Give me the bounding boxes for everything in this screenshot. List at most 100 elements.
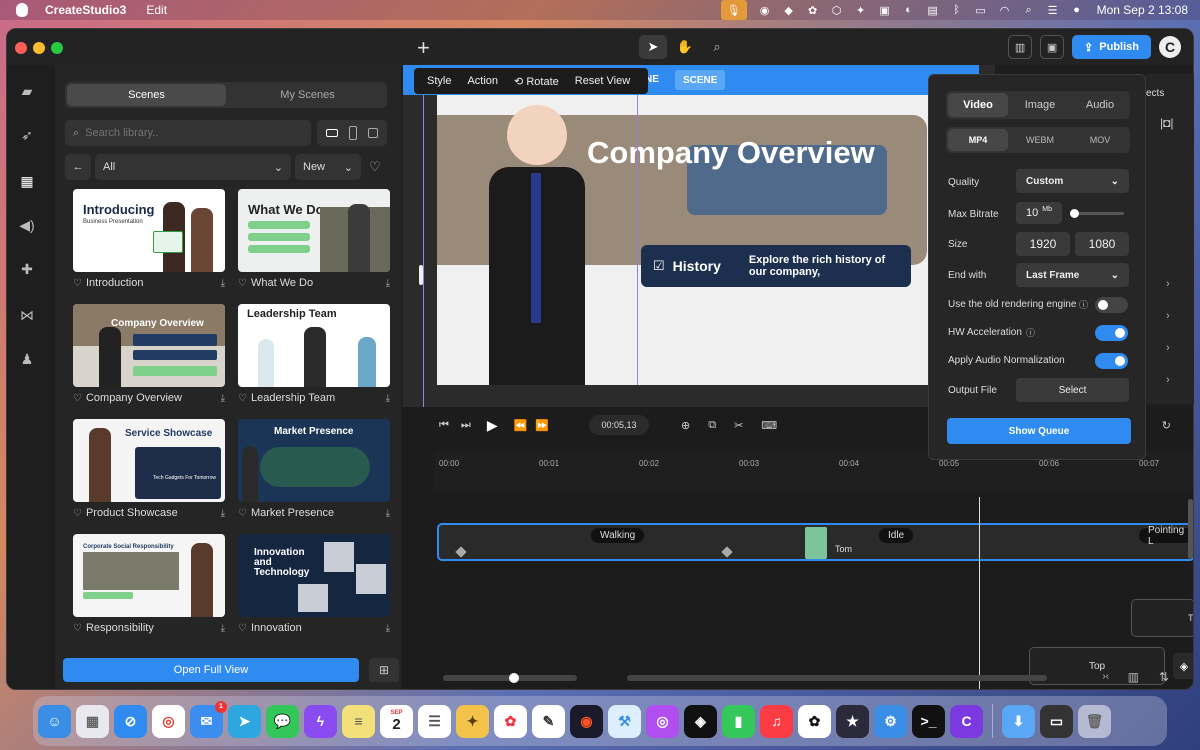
rewind-icon[interactable]: ⏪	[514, 419, 528, 432]
utility-icon[interactable]: ⚙	[874, 704, 907, 738]
output-select-button[interactable]: Select	[1016, 378, 1129, 402]
hand-tool-icon[interactable]: ✋	[671, 35, 699, 59]
landscape-icon[interactable]	[326, 129, 339, 137]
scissors-icon[interactable]: ✂	[734, 419, 743, 432]
bluetooth-icon[interactable]: ᛒ	[950, 4, 964, 16]
portrait-icon[interactable]	[348, 126, 357, 140]
pointer-tool-icon[interactable]: ➤	[639, 35, 667, 59]
reeder-icon[interactable]: ★	[836, 704, 869, 738]
status-icon-2[interactable]: ◆	[782, 4, 796, 17]
bitrate-input[interactable]: 10 Mb	[1016, 202, 1062, 224]
heart-icon[interactable]: ♡	[238, 393, 247, 404]
history-banner[interactable]: ☑ History Explore the rich history of ou…	[641, 245, 911, 287]
download-icon[interactable]: ⤓	[386, 278, 390, 289]
redo-icon[interactable]: ↻	[1162, 419, 1171, 432]
numbers-icon[interactable]: ▮	[722, 704, 755, 738]
chevron-right-icon[interactable]: ›	[1166, 374, 1170, 386]
grid-view-icon[interactable]: ⊞	[369, 658, 399, 682]
character-track[interactable]: Walking Idle Pointing L Tom	[437, 523, 1193, 561]
scene-card[interactable]: Service Showcase Tech Gadgets For Tomorr…	[73, 419, 225, 519]
scene-card[interactable]: Corporate Social Responsibility ♡ Respons…	[73, 534, 225, 634]
layers-app-icon[interactable]: ◈	[684, 704, 717, 738]
scene-preview[interactable]: Company Overview ☑ History Explore the r…	[437, 95, 943, 385]
clip-idle[interactable]: Idle	[879, 528, 914, 543]
heart-icon[interactable]: ♡	[238, 623, 247, 634]
status-icon-6[interactable]: ▤	[926, 4, 940, 17]
download-icon[interactable]: ⤓	[221, 278, 225, 289]
old-engine-toggle[interactable]	[1095, 297, 1128, 313]
transitions-icon[interactable]: ⋈	[19, 307, 35, 323]
slide-title[interactable]: Company Overview	[587, 135, 875, 171]
skip-start-icon[interactable]: ⏮	[439, 419, 449, 432]
height-input[interactable]: 1080	[1075, 232, 1129, 256]
status-icon-3[interactable]: ⬡	[830, 4, 844, 17]
heart-icon[interactable]: ♡	[73, 393, 82, 404]
scene-thumbnail[interactable]: Innovation and Technology	[238, 534, 390, 617]
download-icon[interactable]: ⤓	[386, 393, 390, 404]
show-queue-button[interactable]: Show Queue	[947, 418, 1131, 444]
scene-card[interactable]: Leadership Team ♡ Leadership Team ⤓	[238, 304, 390, 404]
vertical-scrollbar[interactable]	[1188, 499, 1193, 559]
heart-icon[interactable]: ♡	[73, 508, 82, 519]
bitrate-slider-knob[interactable]	[1070, 209, 1080, 218]
puzzle-icon[interactable]: ✚	[19, 261, 35, 277]
createstudio-logo[interactable]: C	[1159, 36, 1181, 58]
zoom-window-button[interactable]	[51, 42, 63, 54]
tes-icon[interactable]: ✦	[456, 704, 489, 738]
align-icon[interactable]: |◘|	[1160, 116, 1173, 130]
add-keyframe-icon[interactable]: ⊕	[681, 419, 690, 432]
downloads-folder-icon[interactable]: ⬇	[1002, 704, 1035, 738]
publish-button[interactable]: ⇪ Publish	[1072, 35, 1151, 59]
bitrate-slider[interactable]	[1070, 209, 1124, 218]
status-icon-5[interactable]: ◐	[902, 4, 916, 16]
chatgpt-icon[interactable]: ✿	[806, 4, 820, 17]
scene-card[interactable]: What We Do ♡ What We Do ⤓	[238, 189, 390, 289]
download-icon[interactable]: ⤓	[386, 508, 390, 519]
info-icon[interactable]: ⓘ	[1026, 326, 1035, 339]
scene-card[interactable]: Innovation and Technology ♡ Innovation ⤓	[238, 534, 390, 634]
wifi-icon[interactable]: ◠	[998, 4, 1012, 17]
trash-icon[interactable]: 🗑	[1078, 704, 1111, 738]
clip-pointing[interactable]: Pointing L	[1139, 525, 1193, 547]
info-icon[interactable]: ⓘ	[1079, 298, 1088, 311]
character-avatar[interactable]	[805, 527, 827, 559]
templates-icon[interactable]: ▦	[19, 173, 35, 189]
chevron-right-icon[interactable]: ›	[1166, 278, 1170, 290]
step-icon[interactable]: ⏭	[461, 419, 471, 432]
caption-icon[interactable]: ⌨	[761, 419, 777, 432]
close-window-button[interactable]	[15, 42, 27, 54]
pixelmator-icon[interactable]: ✎	[532, 704, 565, 738]
rocket-icon[interactable]: ➶	[19, 127, 35, 143]
dropbox-icon[interactable]: ✦	[854, 4, 868, 17]
character-icon[interactable]: ♟	[19, 351, 35, 367]
sort-icon[interactable]: ⇅	[1159, 670, 1169, 684]
chevron-right-icon[interactable]: ›	[1166, 342, 1170, 354]
reminders-icon[interactable]: ☰	[418, 704, 451, 738]
keyframe-diamond[interactable]	[455, 546, 467, 558]
scene-thumbnail[interactable]: Service Showcase Tech Gadgets For Tomorr…	[73, 419, 225, 502]
terminal-icon[interactable]: >_	[912, 704, 945, 738]
format-mp4[interactable]: MP4	[948, 129, 1008, 151]
heart-icon[interactable]: ♡	[238, 508, 247, 519]
heart-icon[interactable]: ♡	[73, 278, 82, 289]
tab-scenes[interactable]: Scenes	[67, 84, 226, 106]
tab-my-scenes[interactable]: My Scenes	[228, 82, 387, 108]
timecode-display[interactable]: 00:05,13	[589, 415, 649, 435]
search-icon[interactable]: ⌕	[1022, 4, 1036, 16]
heart-icon[interactable]: ♡	[238, 278, 247, 289]
tab-image[interactable]: Image	[1010, 91, 1070, 119]
end-with-dropdown[interactable]: Last Frame ⌄	[1016, 263, 1129, 287]
scene-thumbnail[interactable]: Introducing Business Presentation	[73, 189, 225, 272]
mail-icon[interactable]: ✉ 1	[190, 700, 227, 738]
audio-icon[interactable]: ◀)	[19, 217, 35, 233]
calendar-icon[interactable]: SEP 2	[380, 704, 413, 738]
microphone-icon[interactable]: 🎙	[720, 0, 747, 20]
status-icon-1[interactable]: ◉	[758, 4, 772, 17]
track-block-partial[interactable]: Te	[1131, 599, 1193, 637]
hw-accel-toggle[interactable]	[1095, 325, 1128, 341]
keyframe-diamond[interactable]	[721, 546, 733, 558]
scene-thumbnail[interactable]: Corporate Social Responsibility	[73, 534, 225, 617]
status-icon-4[interactable]: ▣	[878, 4, 892, 17]
heart-icon[interactable]: ♡	[73, 623, 82, 634]
audio-norm-toggle[interactable]	[1095, 353, 1128, 369]
